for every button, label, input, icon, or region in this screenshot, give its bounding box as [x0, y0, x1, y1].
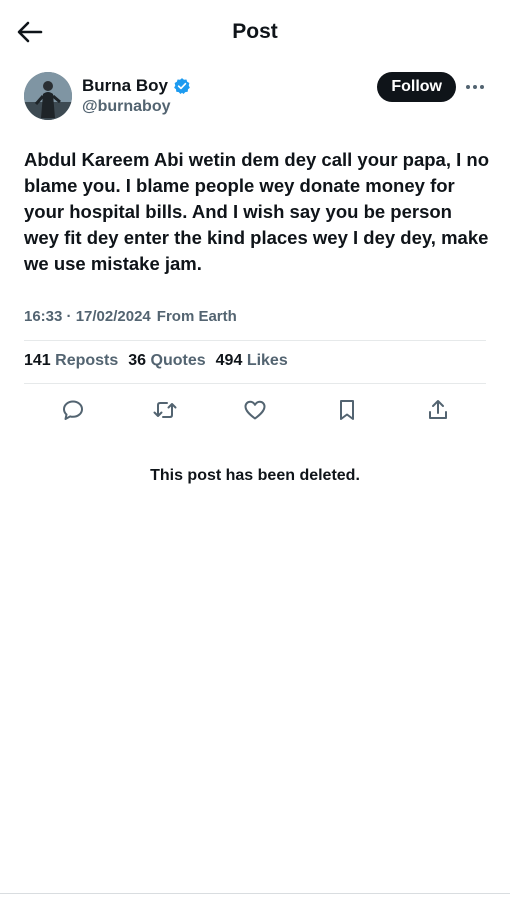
quotes-count: 36 [128, 352, 147, 369]
more-options-button[interactable] [464, 76, 486, 98]
repost-button[interactable] [151, 396, 179, 424]
quotes-stat[interactable]: 36 Quotes [128, 352, 205, 370]
follow-button[interactable]: Follow [377, 72, 456, 102]
reposts-label: Reposts [55, 352, 119, 369]
name-row: Burna Boy [82, 76, 191, 96]
share-button[interactable] [424, 396, 452, 424]
divider [24, 383, 486, 384]
reposts-count: 141 [24, 352, 51, 369]
deleted-notice: This post has been deleted. [150, 467, 360, 484]
repost-icon [153, 402, 177, 418]
share-icon [429, 400, 447, 419]
engagement-stats: 141 Reposts 36 Quotes 494 Likes [24, 352, 288, 370]
likes-label: Likes [246, 352, 288, 369]
bookmark-button[interactable] [333, 396, 361, 424]
reply-button[interactable] [59, 396, 87, 424]
post-text: Abdul Kareem Abi wetin dem dey call your… [24, 149, 489, 274]
post-timestamp[interactable]: 16:33 · 17/02/2024 [24, 308, 151, 325]
reply-icon [63, 400, 83, 420]
post-meta: 16:33 · 17/02/2024 From Earth [24, 308, 237, 325]
bottom-divider [0, 893, 510, 894]
quotes-label: Quotes [150, 352, 206, 369]
page-title: Post [232, 20, 278, 43]
avatar[interactable] [24, 72, 72, 120]
verified-badge-icon [174, 78, 190, 94]
more-horizontal-icon [466, 85, 484, 89]
action-bar [24, 396, 486, 424]
like-button[interactable] [241, 396, 269, 424]
user-handle[interactable]: @burnaboy [82, 98, 171, 116]
top-bar: Post [0, 0, 510, 64]
avatar-image [24, 72, 72, 120]
post-location: From Earth [156, 308, 237, 325]
likes-count: 494 [215, 352, 243, 369]
likes-stat[interactable]: 494 Likes [216, 352, 288, 370]
divider [24, 340, 486, 341]
like-icon [244, 400, 266, 420]
author-row: Burna Boy @burnaboy Follow [24, 72, 486, 122]
reposts-stat[interactable]: 141 Reposts [24, 352, 118, 370]
bookmark-icon [340, 400, 354, 420]
display-name[interactable]: Burna Boy [82, 76, 168, 96]
